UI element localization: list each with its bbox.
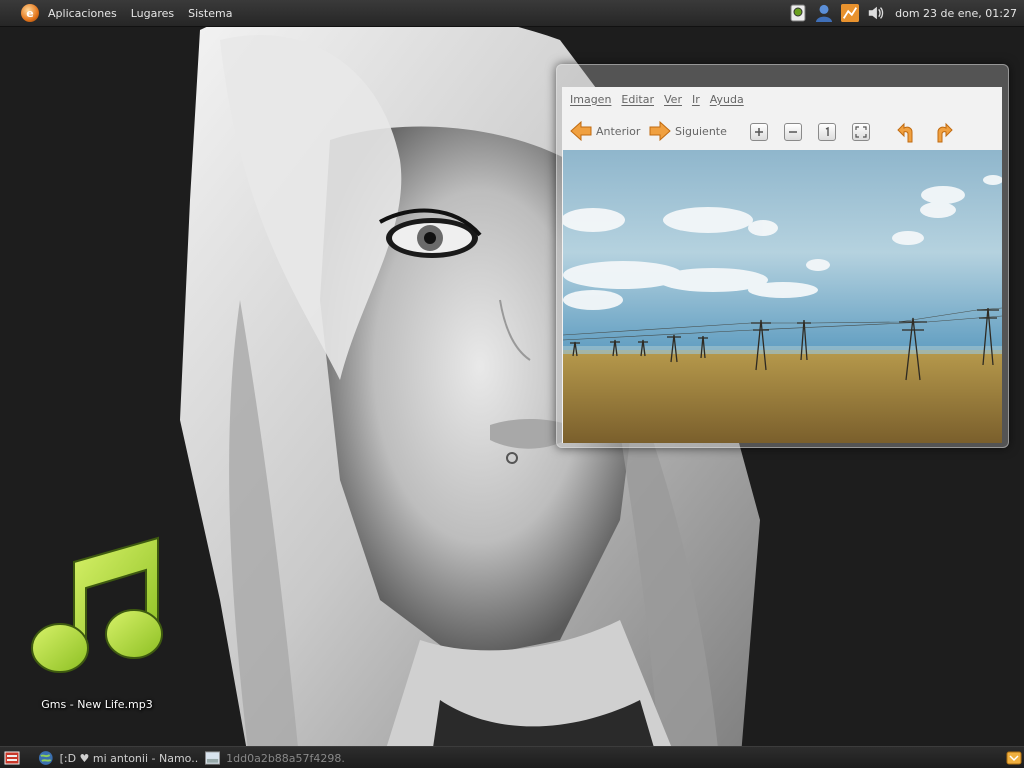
rotate-left-icon bbox=[897, 122, 913, 143]
volume-icon[interactable] bbox=[867, 4, 885, 22]
zoom-in-button[interactable] bbox=[750, 123, 768, 141]
show-desktop-button[interactable] bbox=[4, 750, 20, 766]
arrow-right-icon bbox=[649, 121, 671, 141]
rotate-right-button[interactable] bbox=[930, 120, 954, 147]
menu-ir[interactable]: Ir bbox=[692, 93, 700, 106]
image-icon bbox=[205, 751, 221, 765]
zoom-fit-button[interactable] bbox=[852, 123, 870, 141]
previous-label: Anterior bbox=[596, 124, 641, 138]
viewer-toolbar: Anterior Siguiente bbox=[562, 117, 1002, 147]
arrow-left-icon bbox=[570, 121, 592, 141]
image-viewer-content: Imagen Editar Ver Ir Ayuda Anterior Sigu… bbox=[562, 87, 1002, 443]
notification-icon bbox=[1006, 751, 1022, 765]
globe-icon bbox=[38, 751, 53, 765]
menu-editar[interactable]: Editar bbox=[621, 93, 654, 106]
image-viewer-window[interactable]: Imagen Editar Ver Ir Ayuda Anterior Sigu… bbox=[556, 64, 1009, 448]
rotate-left-button[interactable] bbox=[896, 120, 920, 147]
taskbar-label-browser: [:D ♥ mi antonii - Namo... bbox=[59, 751, 198, 765]
menu-ver[interactable]: Ver bbox=[664, 93, 682, 106]
menu-ayuda[interactable]: Ayuda bbox=[710, 93, 744, 106]
menu-aplicaciones[interactable]: Aplicaciones bbox=[48, 7, 117, 20]
menu-lugares[interactable]: Lugares bbox=[131, 7, 174, 20]
top-panel: e Aplicaciones Lugares Sistema dom 23 de… bbox=[0, 0, 1024, 27]
clock[interactable]: dom 23 de ene, 01:27 bbox=[895, 7, 1017, 20]
next-label: Siguiente bbox=[675, 124, 727, 138]
menu-imagen[interactable]: Imagen bbox=[570, 93, 611, 106]
zoom-out-icon bbox=[789, 131, 797, 133]
taskbar-item-browser[interactable]: [:D ♥ mi antonii - Namo... bbox=[38, 750, 198, 766]
notification-area-button[interactable] bbox=[1006, 750, 1022, 766]
desktop-icon-label: Gms - New Life.mp3 bbox=[41, 698, 153, 711]
distro-logo-icon[interactable]: e bbox=[21, 4, 39, 22]
previous-button[interactable]: Anterior bbox=[570, 121, 640, 141]
zoom-fit-icon bbox=[855, 126, 867, 138]
music-note-icon bbox=[31, 536, 163, 673]
next-button[interactable]: Siguiente bbox=[649, 121, 727, 141]
system-tray: dom 23 de ene, 01:27 bbox=[789, 0, 1020, 26]
taskbar-label-image-viewer: 1dd0a2b88a57f4298... bbox=[226, 751, 345, 765]
network-icon[interactable] bbox=[841, 4, 860, 22]
desktop-file-icon[interactable]: Gms - New Life.mp3 bbox=[22, 530, 172, 720]
zoom-normal-button[interactable] bbox=[818, 123, 836, 141]
bottom-panel: [:D ♥ mi antonii - Namo... 1dd0a2b88a57f… bbox=[0, 746, 1024, 768]
zoom-out-button[interactable] bbox=[784, 123, 802, 141]
rotate-right-icon bbox=[937, 122, 953, 143]
taskbar-item-image-viewer[interactable]: 1dd0a2b88a57f4298... bbox=[205, 750, 345, 766]
viewer-menubar: Imagen Editar Ver Ir Ayuda bbox=[562, 87, 1002, 111]
user-icon[interactable] bbox=[815, 4, 833, 22]
menu-sistema[interactable]: Sistema bbox=[188, 7, 232, 20]
show-desktop-icon bbox=[4, 751, 20, 765]
zoom-in-icon bbox=[755, 128, 763, 136]
displayed-image bbox=[563, 150, 1002, 443]
monitor-icon[interactable] bbox=[789, 4, 807, 22]
zoom-normal-icon bbox=[825, 127, 829, 136]
